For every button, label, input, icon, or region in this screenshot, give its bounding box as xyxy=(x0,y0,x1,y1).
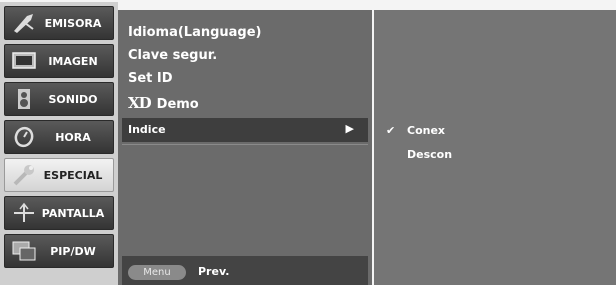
menu-button[interactable]: Menu xyxy=(128,265,186,280)
menu-item-indice[interactable]: Indice ▶ xyxy=(122,118,368,142)
tv-osd-menu: EMISORA IMAGEN SONIDO HORA ESPECIAL PANT… xyxy=(0,0,616,285)
tab-label: ESPECIAL xyxy=(43,168,103,182)
tab-pantalla[interactable]: PANTALLA xyxy=(4,196,114,230)
tab-label: SONIDO xyxy=(48,92,98,106)
xd-logo: XD xyxy=(128,94,152,112)
arrow-right-icon: ▶ xyxy=(345,122,354,135)
tab-label: HORA xyxy=(55,130,91,144)
tab-label: PIP/DW xyxy=(50,244,96,258)
picture-screen-icon xyxy=(9,47,39,75)
category-tab-list: EMISORA IMAGEN SONIDO HORA ESPECIAL PANT… xyxy=(0,2,118,285)
submenu-panel: ✔ Conex Descon xyxy=(374,10,616,285)
screen-adjust-icon xyxy=(9,199,39,227)
menu-panel: Idioma(Language) Clave segur. Set ID XD D… xyxy=(118,10,372,285)
pip-icon xyxy=(9,237,39,265)
menu-item-demo[interactable]: XD Demo xyxy=(128,94,199,112)
submenu-option-descon[interactable]: Descon xyxy=(407,148,452,161)
tab-imagen[interactable]: IMAGEN xyxy=(4,44,114,78)
tab-pip-dw[interactable]: PIP/DW xyxy=(4,234,114,268)
satellite-dish-icon xyxy=(9,9,39,37)
tab-label: PANTALLA xyxy=(41,206,105,220)
clock-icon xyxy=(9,123,39,151)
tab-hora[interactable]: HORA xyxy=(4,120,114,154)
menu-item-clave-segur[interactable]: Clave segur. xyxy=(128,48,217,63)
tab-especial[interactable]: ESPECIAL xyxy=(4,158,114,192)
menu-item-idioma[interactable]: Idioma(Language) xyxy=(128,25,262,40)
demo-label: Demo xyxy=(156,97,199,112)
check-icon: ✔ xyxy=(386,124,396,137)
tab-label: EMISORA xyxy=(44,16,102,30)
divider xyxy=(122,144,368,145)
wrench-icon xyxy=(9,161,39,189)
submenu-option-conex[interactable]: Conex xyxy=(407,124,445,137)
tab-sonido[interactable]: SONIDO xyxy=(4,82,114,116)
menu-item-label: Indice xyxy=(128,123,166,136)
prev-label: Prev. xyxy=(198,265,230,278)
tab-label: IMAGEN xyxy=(48,54,98,68)
speaker-icon xyxy=(9,85,39,113)
menu-item-set-id[interactable]: Set ID xyxy=(128,71,173,86)
footer-bar: Menu Prev. xyxy=(122,256,368,285)
tab-emisora[interactable]: EMISORA xyxy=(4,6,114,40)
